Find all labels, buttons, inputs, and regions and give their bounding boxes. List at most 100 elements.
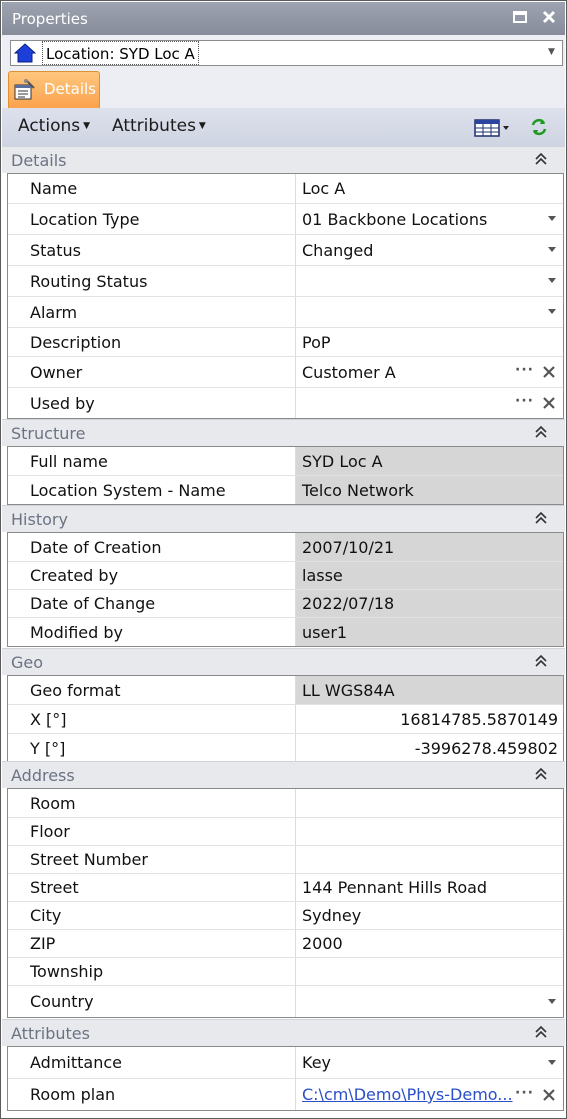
zip-field[interactable]: 2000: [296, 930, 563, 957]
browse-icon[interactable]: ···: [515, 362, 534, 378]
property-row-date-of-creation: Date of Creation 2007/10/21: [8, 533, 563, 562]
refresh-icon[interactable]: [529, 117, 549, 137]
property-row-created-by: Created by lasse: [8, 562, 563, 590]
street-field[interactable]: 144 Pennant Hills Road: [296, 874, 563, 901]
browse-icon[interactable]: ···: [515, 1085, 534, 1101]
property-row-status: Status Changed: [8, 235, 563, 266]
property-label: Alarm: [8, 297, 296, 327]
description-field[interactable]: PoP: [296, 328, 563, 356]
property-row-used-by: Used by ···: [8, 388, 563, 418]
property-row-y: Y [°] -3996278.459802: [8, 734, 563, 762]
selector-value: Location: SYD Loc A: [42, 41, 199, 65]
property-label: X [°]: [8, 705, 296, 733]
property-label: Township: [8, 958, 296, 985]
property-row-zip: ZIP 2000: [8, 930, 563, 958]
property-row-floor: Floor: [8, 818, 563, 846]
alarm-select[interactable]: [296, 297, 563, 327]
section-header-geo[interactable]: Geo: [2, 648, 565, 675]
chevron-down-icon[interactable]: ▼: [548, 47, 558, 59]
tab-details-label: Details: [44, 80, 97, 98]
city-field[interactable]: Sydney: [296, 902, 563, 929]
property-row-full-name: Full name SYD Loc A: [8, 447, 563, 476]
property-label: Date of Creation: [8, 533, 296, 561]
property-label: Y [°]: [8, 734, 296, 762]
tab-details[interactable]: Details: [8, 71, 100, 108]
location-system-value: Telco Network: [296, 476, 563, 504]
y-coordinate-field[interactable]: -3996278.459802: [296, 734, 563, 762]
property-row-country: Country: [8, 986, 563, 1017]
name-field[interactable]: Loc A: [296, 174, 563, 203]
clear-icon[interactable]: [542, 396, 556, 410]
caret-down-icon: ▼: [83, 121, 91, 131]
section-header-attributes[interactable]: Attributes: [2, 1019, 565, 1046]
property-label: Full name: [8, 447, 296, 475]
property-row-township: Township: [8, 958, 563, 986]
collapse-icon[interactable]: [534, 151, 548, 167]
object-selector-dropdown[interactable]: Location: SYD Loc A ▼: [10, 40, 563, 66]
property-label: Room plan: [8, 1079, 296, 1110]
structure-grid: Full name SYD Loc A Location System - Na…: [7, 446, 564, 505]
section-header-details[interactable]: Details: [2, 146, 565, 173]
section-header-structure[interactable]: Structure: [2, 419, 565, 446]
table-view-icon[interactable]: [474, 118, 512, 138]
tab-strip: Details: [2, 71, 565, 108]
actions-menu-label: Actions: [18, 116, 81, 136]
floor-field[interactable]: [296, 818, 563, 845]
property-label: Name: [8, 174, 296, 203]
properties-icon: [13, 79, 37, 101]
x-coordinate-field[interactable]: 16814785.5870149: [296, 705, 563, 733]
section-header-address[interactable]: Address: [2, 761, 565, 788]
chevron-down-icon[interactable]: [548, 309, 556, 314]
chevron-down-icon[interactable]: [548, 278, 556, 283]
property-label: Street Number: [8, 846, 296, 873]
location-type-select[interactable]: 01 Backbone Locations: [296, 204, 563, 234]
township-field[interactable]: [296, 958, 563, 985]
properties-panel: Properties Location: SYD Loc A ▼ Details…: [0, 0, 567, 1119]
property-label: Created by: [8, 562, 296, 589]
attributes-menu[interactable]: Attributes ▼: [112, 116, 206, 136]
property-row-alarm: Alarm: [8, 297, 563, 328]
attributes-menu-label: Attributes: [112, 116, 196, 136]
collapse-icon[interactable]: [534, 766, 548, 782]
title-bar: Properties: [2, 2, 565, 35]
actions-menu[interactable]: Actions ▼: [18, 116, 90, 136]
property-row-street: Street 144 Pennant Hills Road: [8, 874, 563, 902]
clear-icon[interactable]: [542, 1088, 556, 1102]
section-header-history[interactable]: History: [2, 505, 565, 532]
property-row-location-system: Location System - Name Telco Network: [8, 476, 563, 504]
property-row-description: Description PoP: [8, 328, 563, 357]
collapse-icon[interactable]: [534, 510, 548, 526]
details-grid: Name Loc A Location Type 01 Backbone Loc…: [7, 173, 564, 419]
property-row-location-type: Location Type 01 Backbone Locations: [8, 204, 563, 235]
chevron-down-icon[interactable]: [548, 1059, 556, 1065]
collapse-icon[interactable]: [534, 424, 548, 440]
status-select[interactable]: Changed: [296, 235, 563, 265]
property-label: Owner: [8, 357, 296, 387]
close-icon[interactable]: [540, 9, 558, 27]
street-number-field[interactable]: [296, 846, 563, 873]
property-label: City: [8, 902, 296, 929]
chevron-down-icon[interactable]: [548, 216, 556, 221]
geo-format-value: LL WGS84A: [296, 676, 563, 704]
property-row-room-plan: Room plan C:\cm\Demo\Phys-Demo... ···: [8, 1079, 563, 1110]
collapse-icon[interactable]: [534, 1024, 548, 1040]
collapse-icon[interactable]: [534, 653, 548, 669]
chevron-down-icon[interactable]: [548, 247, 556, 252]
property-row-owner: Owner Customer A ···: [8, 357, 563, 388]
room-field[interactable]: [296, 789, 563, 817]
chevron-down-icon[interactable]: [548, 998, 556, 1004]
property-row-modified-by: Modified by user1: [8, 618, 563, 646]
property-label: Country: [8, 986, 296, 1017]
browse-icon[interactable]: ···: [515, 393, 534, 409]
clear-icon[interactable]: [542, 365, 556, 379]
country-select[interactable]: [296, 986, 563, 1017]
routing-status-select[interactable]: [296, 266, 563, 296]
history-grid: Date of Creation 2007/10/21 Created by l…: [7, 532, 564, 647]
property-label: Status: [8, 235, 296, 265]
pin-icon[interactable]: [511, 9, 529, 27]
full-name-value: SYD Loc A: [296, 447, 563, 475]
date-of-change-value: 2022/07/18: [296, 590, 563, 617]
property-row-routing-status: Routing Status: [8, 266, 563, 297]
admittance-select[interactable]: Key: [296, 1047, 563, 1078]
object-selector-bar: Location: SYD Loc A ▼: [2, 35, 565, 71]
